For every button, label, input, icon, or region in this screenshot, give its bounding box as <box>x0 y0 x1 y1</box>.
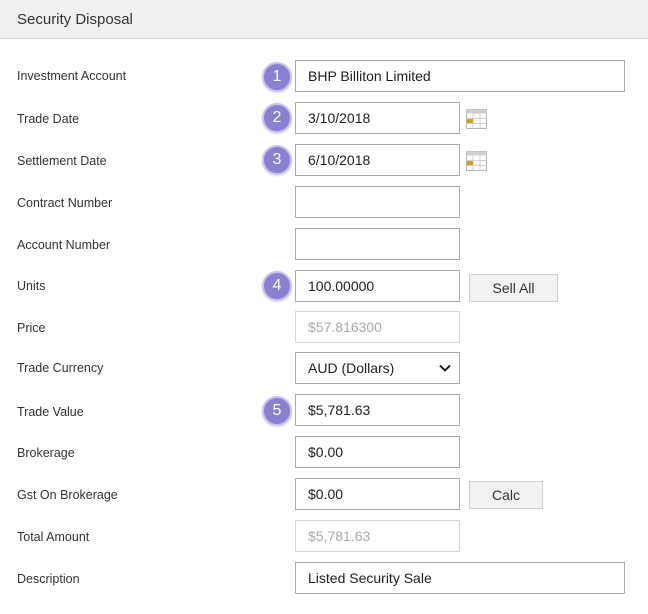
settlement-date-field[interactable]: 6/10/2018 <box>295 144 460 176</box>
step-badge-3: 3 <box>262 145 292 175</box>
description-field[interactable]: Listed Security Sale <box>295 562 625 594</box>
account-number-field[interactable] <box>295 228 460 260</box>
page-title: Security Disposal <box>17 11 133 28</box>
contract-number-field[interactable] <box>295 186 460 218</box>
step-badge-4: 4 <box>262 271 292 301</box>
trade-currency-label: Trade Currency <box>17 361 104 375</box>
settlement-date-calendar-icon[interactable] <box>466 151 487 171</box>
trade-date-label: Trade Date <box>17 112 80 126</box>
step-badge-1: 1 <box>262 62 292 92</box>
units-field[interactable]: 100.00000 <box>295 270 460 302</box>
gst-on-brokerage-label: Gst On Brokerage <box>17 488 118 502</box>
contract-number-label: Contract Number <box>17 196 113 210</box>
description-label: Description <box>17 572 80 586</box>
trade-date-calendar-icon[interactable] <box>466 109 487 129</box>
brokerage-field[interactable]: $0.00 <box>295 436 460 468</box>
calc-button[interactable]: Calc <box>469 481 543 509</box>
gst-on-brokerage-field[interactable]: $0.00 <box>295 478 460 510</box>
investment-account-field[interactable]: BHP Billiton Limited <box>295 60 625 92</box>
brokerage-label: Brokerage <box>17 446 75 460</box>
trade-currency-select[interactable]: AUD (Dollars) <box>295 352 460 384</box>
units-label: Units <box>17 279 46 293</box>
trade-value-field[interactable]: $5,781.63 <box>295 394 460 426</box>
price-label: Price <box>17 321 46 335</box>
account-number-label: Account Number <box>17 238 111 252</box>
trade-value-label: Trade Value <box>17 405 84 419</box>
investment-account-label: Investment Account <box>17 69 127 83</box>
total-amount-label: Total Amount <box>17 530 90 544</box>
sell-all-button[interactable]: Sell All <box>469 274 558 302</box>
step-badge-5: 5 <box>262 396 292 426</box>
settlement-date-label: Settlement Date <box>17 154 107 168</box>
total-amount-field: $5,781.63 <box>295 520 460 552</box>
chevron-down-icon <box>439 364 451 372</box>
step-badge-2: 2 <box>262 103 292 133</box>
trade-currency-value: AUD (Dollars) <box>308 360 395 376</box>
page-header: Security Disposal <box>0 0 648 39</box>
trade-date-field[interactable]: 3/10/2018 <box>295 102 460 134</box>
price-field: $57.816300 <box>295 311 460 343</box>
